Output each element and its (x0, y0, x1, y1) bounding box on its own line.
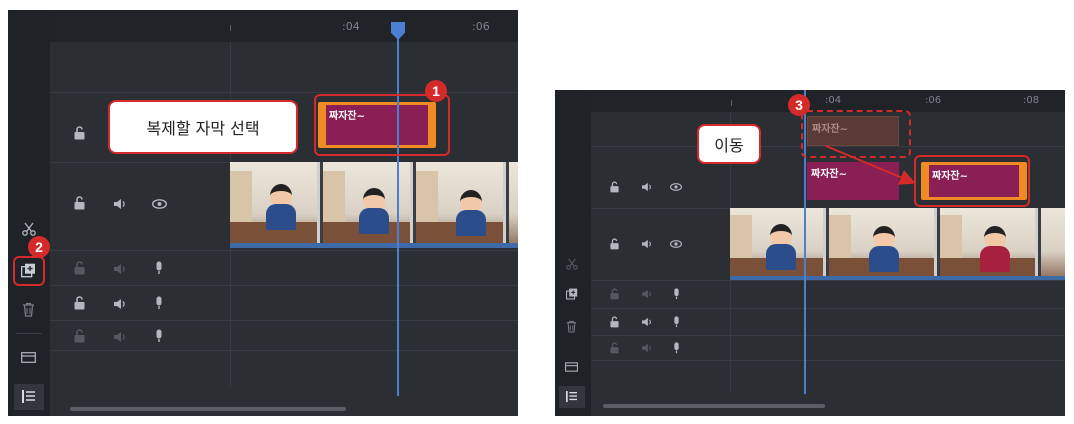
video-thumbnail (509, 162, 518, 248)
ruler-tick-06: :06 (472, 20, 490, 33)
time-ruler[interactable]: :04 :06 (50, 10, 518, 42)
horizontal-scrollbar[interactable] (70, 407, 346, 411)
eye-icon[interactable] (670, 183, 682, 191)
toolbar-divider (16, 333, 42, 334)
trash-icon[interactable] (22, 302, 35, 317)
video-thumbnail (230, 162, 320, 248)
ruler-tick-06: :06 (925, 95, 942, 106)
lock-open-icon[interactable] (610, 316, 619, 328)
microphone-icon[interactable] (673, 288, 680, 300)
microphone-icon[interactable] (155, 329, 163, 343)
lock-open-icon[interactable] (610, 181, 619, 193)
speaker-icon[interactable] (641, 343, 653, 353)
microphone-icon[interactable] (155, 296, 163, 310)
ruler-tick-04: :04 (825, 95, 842, 106)
highlight-title-clip (314, 94, 450, 156)
tracks-menu-button[interactable] (14, 384, 44, 410)
media-box-icon[interactable] (21, 352, 36, 363)
audio-waveform (230, 243, 518, 248)
lock-open-icon[interactable] (610, 288, 619, 300)
step-badge-3: 3 (788, 94, 810, 116)
track-divider (591, 360, 1065, 361)
step-badge-2: 2 (28, 236, 50, 258)
speaker-icon[interactable] (113, 198, 127, 210)
lock-open-icon[interactable] (610, 342, 619, 354)
lock-open-icon[interactable] (74, 126, 85, 140)
video-clip[interactable] (730, 208, 1065, 280)
eye-icon[interactable] (670, 240, 682, 248)
ruler-tick-08: :08 (1023, 95, 1040, 106)
duplicate-icon[interactable] (566, 288, 578, 300)
speaker-icon[interactable] (641, 182, 653, 192)
video-thumbnail (829, 208, 937, 280)
track-divider (50, 92, 518, 93)
trash-icon[interactable] (566, 320, 577, 333)
ruler-tick-mark (731, 100, 732, 106)
highlight-duplicate-button (13, 256, 45, 286)
track-divider (50, 285, 518, 286)
speaker-icon[interactable] (113, 263, 127, 275)
video-thumbnail (1041, 208, 1065, 280)
track-divider (591, 335, 1065, 336)
step-badge-1: 1 (425, 80, 447, 102)
speaker-icon[interactable] (641, 317, 653, 327)
ruler-tick-mark (230, 25, 231, 31)
lock-open-icon[interactable] (74, 296, 85, 310)
timeline-panel-before: :04 :06 짜자잔~ (8, 10, 518, 416)
callout-move: 이동 (697, 124, 761, 164)
speaker-icon[interactable] (641, 289, 653, 299)
video-thumbnail (940, 208, 1038, 280)
microphone-icon[interactable] (673, 316, 680, 328)
lock-open-icon[interactable] (74, 261, 85, 275)
microphone-icon[interactable] (673, 342, 680, 354)
lock-open-icon[interactable] (74, 196, 85, 210)
playhead-line[interactable] (397, 38, 399, 396)
audio-waveform (730, 276, 1065, 280)
lock-open-icon[interactable] (74, 329, 85, 343)
speaker-icon[interactable] (113, 298, 127, 310)
ruler-tick-04: :04 (342, 20, 360, 33)
time-ruler[interactable]: :04 :06 :08 (591, 90, 1065, 112)
tracks-menu-icon (566, 391, 577, 402)
video-thumbnail (323, 162, 413, 248)
tracks-menu-button[interactable] (559, 386, 585, 408)
microphone-icon[interactable] (155, 261, 163, 275)
media-box-icon[interactable] (565, 362, 578, 372)
horizontal-scrollbar[interactable] (603, 404, 825, 408)
scissors-icon[interactable] (22, 222, 36, 236)
speaker-icon[interactable] (641, 239, 653, 249)
move-arrow (825, 145, 916, 185)
tracks-menu-icon (22, 390, 35, 403)
highlight-moved-clip (914, 155, 1030, 207)
video-clip[interactable] (230, 162, 518, 248)
track-divider (50, 250, 518, 251)
track-divider (50, 350, 518, 351)
video-thumbnail (730, 208, 826, 280)
track-divider (591, 308, 1065, 309)
callout-select-title: 복제할 자막 선택 (108, 100, 298, 154)
track-divider (50, 320, 518, 321)
video-thumbnail (416, 162, 506, 248)
eye-icon[interactable] (152, 199, 167, 209)
scissors-icon[interactable] (566, 258, 578, 270)
lock-open-icon[interactable] (610, 238, 619, 250)
track-divider (591, 280, 1065, 281)
speaker-icon[interactable] (113, 331, 127, 343)
